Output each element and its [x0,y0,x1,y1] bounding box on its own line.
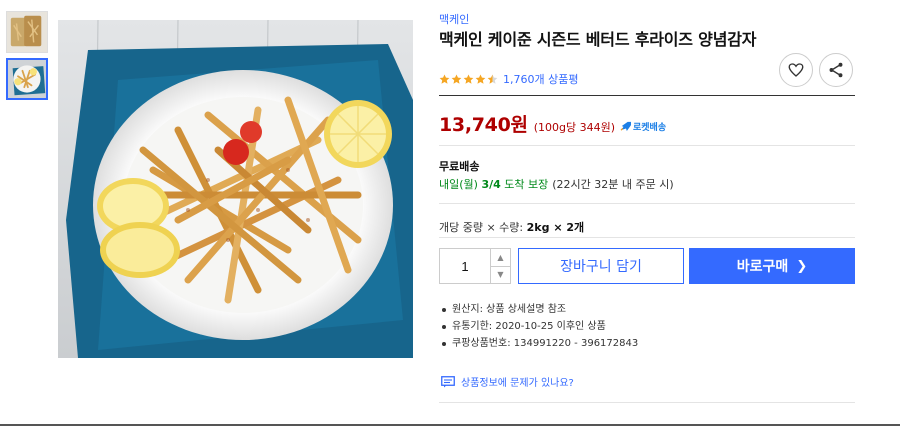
review-count-link[interactable]: 1,760개 상품평 [503,71,578,87]
chevron-up-icon: ▲ [497,252,504,262]
rocket-icon [620,121,631,131]
detail-item: 유통기한: 2020-10-25 이후인 상품 [439,318,638,335]
rocket-delivery-label: 로켓배송 [633,122,667,133]
product-title: 맥케인 케이준 시즌드 베터드 후라이즈 양념감자 [439,30,757,49]
price-row: 13,740원 (100g당 344원) 로켓배송 [439,110,666,137]
brand-link[interactable]: 맥케인 [439,11,469,27]
report-issue-label: 상품정보에 문제가 있나요? [461,378,574,389]
rocket-delivery-badge: 로켓배송 [620,120,666,133]
detail-expiry: 유통기한: 2020-10-25 이후인 상품 [452,321,606,332]
bullet-dot [442,307,446,312]
thumbnail-fries-plate[interactable] [6,58,48,100]
unit-price: (100g당 344원) [533,121,615,134]
quantity-decrease-button[interactable]: ▼ [491,265,510,283]
sale-price: 13,740원 [439,114,528,136]
bullet-dot [442,324,446,329]
wishlist-button[interactable] [779,53,813,87]
star-rating [439,74,499,85]
thumbnail-fries-package[interactable] [6,11,48,53]
star-icon [487,74,498,84]
eta-day: 내일(월) [439,178,482,191]
eta-date: 3/4 [481,178,501,191]
product-details-list: 원산지: 상품 상세설명 참조 유통기한: 2020-10-25 이후인 상품 … [439,301,638,352]
fries-plate-photo-icon [58,20,413,358]
eta-cutoff-note: (22시간 32분 내 주문 시) [552,178,674,191]
page-bottom-border [0,424,900,426]
chevron-down-icon: ▼ [497,270,504,280]
bullet-dot [442,341,446,346]
heart-icon [788,63,804,77]
buy-now-button[interactable]: 바로구매 ❯ [689,248,855,284]
message-icon [441,375,455,387]
detail-item: 원산지: 상품 상세설명 참조 [439,301,638,318]
eta-guarantee: 내일(월) 3/4 도착 보장 [439,176,548,192]
price-divider [439,145,855,146]
star-icon [439,74,450,84]
quantity-increase-button[interactable]: ▲ [491,249,510,266]
thumbnail-list [6,11,50,105]
report-issue-link[interactable]: 상품정보에 문제가 있나요? [441,374,574,389]
rating-summary[interactable]: 1,760개 상품평 [439,71,578,87]
star-icon [451,74,462,84]
star-icon [463,74,474,84]
quantity-arrows: ▲ ▼ [490,249,510,283]
spec-value: 2kg × 2개 [526,221,585,234]
fries-plate-icon [8,60,46,98]
quantity-input[interactable] [440,249,490,283]
chevron-right-icon: ❯ [796,258,808,274]
title-divider [439,95,855,96]
spec-label: 개당 중량 × 수량: [439,221,527,234]
share-button[interactable] [819,53,853,87]
share-icon [829,62,843,78]
delivery-eta: 내일(월) 3/4 도착 보장 (22시간 32분 내 주문 시) [439,176,674,192]
fries-package-icon [7,12,47,52]
star-icon [475,74,486,84]
shipping-title: 무료배송 [439,160,480,173]
shipping-divider [439,203,855,204]
main-product-image [58,20,413,358]
detail-item: 쿠팡상품번호: 134991220 - 396172843 [439,335,638,352]
report-divider [439,402,855,403]
weight-quantity-spec: 개당 중량 × 수량: 2kg × 2개 [439,219,584,235]
detail-product-number: 쿠팡상품번호: 134991220 - 396172843 [452,338,639,349]
quantity-stepper: ▲ ▼ [439,248,511,284]
detail-origin: 원산지: 상품 상세설명 참조 [452,304,567,315]
eta-guarantee-label: 도착 보장 [500,178,549,191]
buy-now-label: 바로구매 [736,259,789,275]
spec-divider [439,237,855,238]
add-to-cart-button[interactable]: 장바구니 담기 [518,248,684,284]
